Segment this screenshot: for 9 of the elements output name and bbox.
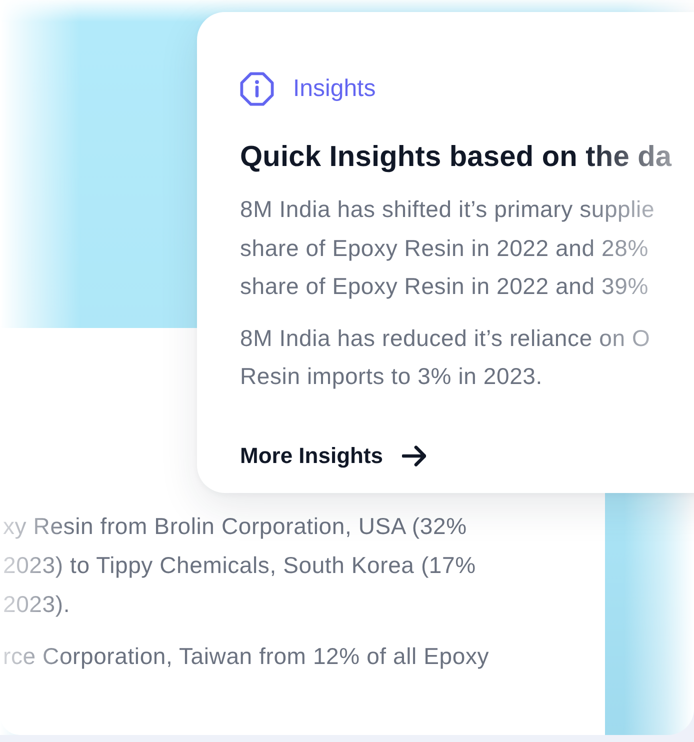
more-insights-link[interactable]: More Insights xyxy=(240,440,426,470)
card-title: Quick Insights based on the da xyxy=(240,140,672,175)
summary-paragraph: rce Corporation, Taiwan from 12% of all Epoxy xyxy=(3,642,490,671)
arrow-right-icon xyxy=(402,444,426,468)
insight-paragraph: 8M India has reduced it’s reliance on O Resin imports to 3% in 2023. xyxy=(240,324,650,391)
summary-paragraph: xy Resin from Brolin Corporation, USA (32% 2023) to Tippy Chemicals, South Korea (17% 2023). xyxy=(3,512,476,619)
insight-paragraph: 8M India has shifted it’s primary supplie share of Epoxy Resin in 2022 and 28% share of Epoxy Resin in 2022 and 39% xyxy=(240,195,655,301)
section-label: Insights xyxy=(293,74,376,104)
info-octagon-icon xyxy=(240,72,274,106)
